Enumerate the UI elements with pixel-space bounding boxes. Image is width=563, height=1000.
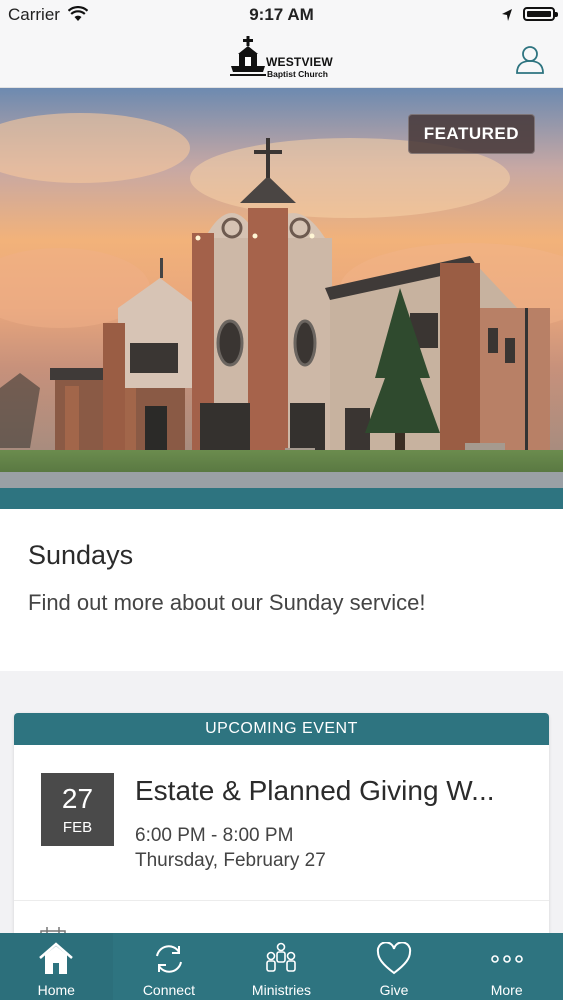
- featured-title: Sundays: [28, 540, 134, 570]
- event-title: Estate & Planned Giving W...: [135, 775, 495, 806]
- battery-icon: [523, 7, 558, 21]
- featured-image[interactable]: FEATURED: [0, 88, 563, 488]
- nav-header: WESTVIEW Baptist Church: [0, 30, 563, 88]
- accent-strip: [0, 488, 563, 509]
- tab-label: Give: [379, 982, 409, 998]
- tab-ministries[interactable]: Ministries: [225, 933, 338, 1000]
- church-icon: [230, 36, 266, 76]
- person-icon[interactable]: [515, 44, 545, 74]
- divider: [14, 900, 549, 901]
- tab-give[interactable]: Give: [338, 933, 451, 1000]
- heart-icon: [376, 941, 412, 981]
- more-icon: [489, 942, 525, 981]
- tab-label: Ministries: [251, 982, 312, 998]
- tab-bar: Home Connect Ministries Give More: [0, 933, 563, 1000]
- event-time: 6:00 PM - 8:00 PM: [135, 825, 294, 846]
- logo-subtitle: Baptist Church: [267, 69, 328, 79]
- event-date-box: 27 FEB: [41, 773, 114, 846]
- road: [0, 472, 563, 488]
- tab-label: More: [490, 982, 523, 998]
- clock: 9:17 AM: [249, 5, 314, 24]
- people-icon: [263, 942, 299, 981]
- location-arrow-icon: [501, 7, 513, 27]
- featured-description: Find out more about our Sunday service!: [28, 590, 426, 615]
- tab-label: Connect: [142, 982, 195, 998]
- event-date: Thursday, February 27: [135, 850, 326, 871]
- featured-card[interactable]: Sundays Find out more about our Sunday s…: [0, 509, 563, 671]
- tab-home[interactable]: Home: [0, 933, 113, 1000]
- tab-more[interactable]: More: [450, 933, 563, 1000]
- tab-connect[interactable]: Connect: [113, 933, 226, 1000]
- status-bar: Carrier 9:17 AM: [0, 0, 563, 30]
- upcoming-event-header: UPCOMING EVENT: [14, 713, 549, 745]
- event-month: FEB: [62, 819, 93, 836]
- logo-title: WESTVIEW: [266, 55, 333, 69]
- tab-label: Home: [37, 982, 75, 998]
- featured-badge: FEATURED: [407, 114, 535, 154]
- church-logo[interactable]: WESTVIEW Baptist Church: [230, 36, 340, 82]
- event-day: 27: [61, 783, 94, 814]
- home-icon: [38, 942, 74, 981]
- connect-icon: [151, 942, 187, 981]
